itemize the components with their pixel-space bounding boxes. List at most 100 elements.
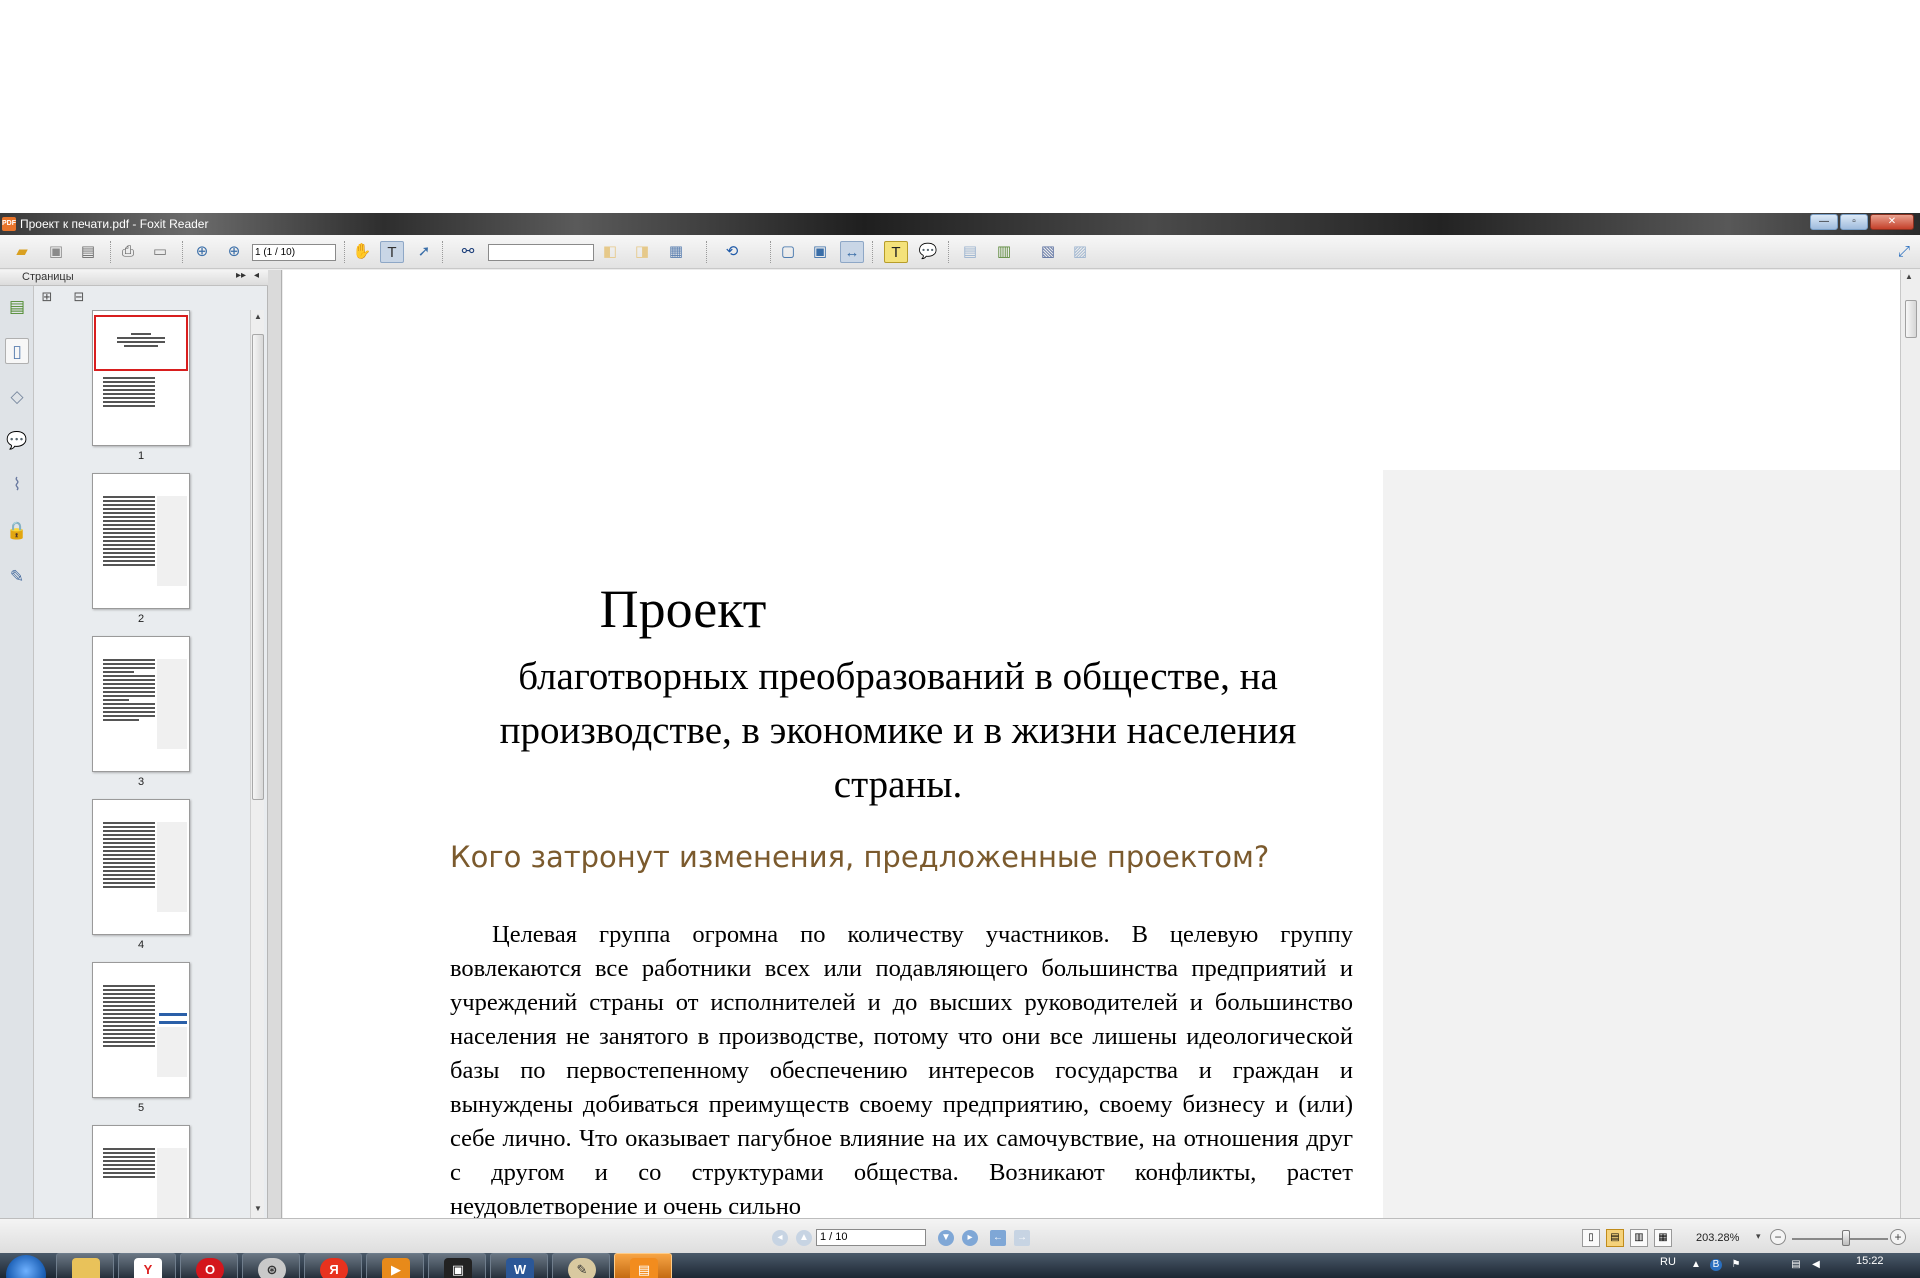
rotate-icon[interactable]: ⟲	[720, 241, 744, 263]
pdf-convert-icon[interactable]: ▥	[992, 241, 1016, 263]
taskbar-foxit-reader[interactable]: ▤	[614, 1253, 672, 1278]
single-page-view-icon[interactable]: ▯	[1582, 1229, 1600, 1247]
volume-icon[interactable]: ◀	[1810, 1259, 1822, 1271]
signatures-tab-icon[interactable]: ✎	[5, 564, 29, 590]
document-view[interactable]: Проект благотворных преобразований в общ…	[283, 270, 1900, 1218]
page-number-field[interactable]: 1 (1 / 10)	[252, 244, 336, 261]
show-hidden-icons-icon[interactable]: ▲	[1690, 1259, 1702, 1271]
zoom-slider-handle[interactable]	[1842, 1230, 1850, 1246]
page-thumbnail[interactable]	[92, 962, 190, 1098]
system-clock[interactable]: 15:22	[1856, 1255, 1884, 1267]
page-thumbnail[interactable]	[92, 636, 190, 772]
maximize-button[interactable]: ▫	[1840, 214, 1868, 230]
collapse-panel-icon[interactable]: ◂	[254, 270, 259, 281]
fit-width-icon[interactable]: ↔	[840, 241, 864, 263]
continuous-facing-view-icon[interactable]: ▦	[1654, 1229, 1672, 1247]
note-icon[interactable]: 💬	[916, 241, 940, 263]
save-as-icon[interactable]: ▤	[76, 241, 100, 263]
zoom-dropdown-icon[interactable]: ▾	[1756, 1231, 1761, 1242]
status-page-field[interactable]: 1 / 10	[816, 1229, 926, 1246]
open-file-icon[interactable]: ▰	[10, 241, 34, 263]
document-scrollbar[interactable]: ▲	[1900, 270, 1920, 1218]
zoom-slider-track[interactable]	[1792, 1238, 1888, 1240]
scroll-up-icon[interactable]: ▲	[1905, 272, 1913, 281]
thumbnail-page-number: 3	[137, 776, 145, 788]
close-button[interactable]: ✕	[1870, 214, 1914, 230]
page-thumbnail[interactable]	[92, 310, 190, 446]
email-icon[interactable]: ▭	[148, 241, 172, 263]
taskbar-yandex-browser[interactable]: Y	[118, 1253, 176, 1278]
page-thumbnail[interactable]	[92, 473, 190, 609]
language-indicator[interactable]: RU	[1660, 1256, 1676, 1268]
thumbnail-page-number: 2	[137, 613, 145, 625]
zoom-in-thumbnail-icon[interactable]: ⊞	[38, 288, 56, 306]
start-button[interactable]	[6, 1255, 46, 1278]
continuous-view-icon[interactable]: ▤	[1606, 1229, 1624, 1247]
scrollbar-thumb[interactable]	[1905, 300, 1917, 338]
next-page-icon[interactable]: ▼	[938, 1230, 954, 1246]
zoom-in-icon[interactable]: +	[1890, 1229, 1906, 1245]
thumbnails-scrollbar[interactable]: ▲ ▼	[250, 310, 264, 1218]
taskbar-paint[interactable]: ✎	[552, 1253, 610, 1278]
network-icon[interactable]: ▤	[1790, 1259, 1802, 1271]
last-page-icon[interactable]: ▸	[962, 1230, 978, 1246]
first-page-icon[interactable]: ◂	[772, 1230, 788, 1246]
taskbar-app-dark[interactable]: ▣	[428, 1253, 486, 1278]
bookmarks-tab-icon[interactable]: ▤	[5, 294, 29, 320]
pdf-export-icon[interactable]: ▧	[1036, 241, 1060, 263]
hand-tool-icon[interactable]: ✋	[350, 241, 374, 263]
previous-page-icon[interactable]: ▲	[796, 1230, 812, 1246]
facing-view-icon[interactable]: ▥	[1630, 1229, 1648, 1247]
typewriter-icon[interactable]: T	[884, 241, 908, 263]
opera-icon: O	[196, 1258, 224, 1278]
taskbar-media-player[interactable]: ⊛	[242, 1253, 300, 1278]
pdf-create-icon[interactable]: ▤	[958, 241, 982, 263]
pages-panel-title: Страницы	[22, 271, 74, 283]
security-tab-icon[interactable]: 🔒	[5, 518, 29, 544]
comments-tab-icon[interactable]: 💬	[5, 428, 29, 454]
attachments-tab-icon[interactable]: ⌇	[5, 472, 29, 498]
pdf-app-icon: PDF	[2, 217, 16, 231]
taskbar-media[interactable]: ▶	[366, 1253, 424, 1278]
toolbar-separator	[344, 241, 346, 263]
scroll-up-icon[interactable]: ▲	[251, 312, 265, 324]
scrollbar-thumb[interactable]	[252, 334, 264, 800]
go-back-icon[interactable]: ←	[990, 1230, 1006, 1246]
scroll-down-icon[interactable]: ▼	[251, 1204, 265, 1216]
go-forward-icon[interactable]: →	[1014, 1230, 1030, 1246]
select-arrow-icon[interactable]: ➚	[412, 241, 436, 263]
pages-tab-icon[interactable]: ▯	[5, 338, 29, 364]
find-next-icon[interactable]: ◨	[630, 241, 654, 263]
app-dark-icon: ▣	[444, 1258, 472, 1278]
taskbar-opera[interactable]: O	[180, 1253, 238, 1278]
select-text-icon[interactable]: T	[380, 241, 404, 263]
pdf-tools-icon[interactable]: ▨	[1068, 241, 1092, 263]
zoom-out-thumbnail-icon[interactable]: ⊟	[70, 288, 88, 306]
zoom-level[interactable]: 203.28%	[1696, 1232, 1739, 1244]
page-thumbnail[interactable]	[92, 1125, 190, 1218]
print-icon[interactable]: ⎙	[116, 241, 140, 263]
panel-options-icon[interactable]: ▸▸	[236, 270, 246, 281]
page-thumbnail[interactable]	[92, 799, 190, 935]
action-center-icon[interactable]: ⚑	[1730, 1259, 1742, 1271]
main-toolbar: ▰ ▣ ▤ ⎙ ▭ ⊕ ⊕ 1 (1 / 10) ✋ T ➚ ⚯ ◧ ◨ ▦ ⟲…	[0, 235, 1920, 269]
save-icon[interactable]: ▣	[44, 241, 68, 263]
search-options-icon[interactable]: ▦	[664, 241, 688, 263]
search-input[interactable]	[488, 244, 594, 261]
find-previous-icon[interactable]: ◧	[598, 241, 622, 263]
tray-app-icon[interactable]: B	[1710, 1259, 1722, 1271]
fit-page-icon[interactable]: ▣	[808, 241, 832, 263]
next-page-icon[interactable]: ⊕	[222, 241, 246, 263]
zoom-out-icon[interactable]: −	[1770, 1229, 1786, 1245]
binoculars-icon[interactable]: ⚯	[456, 241, 480, 263]
taskbar-word[interactable]: W	[490, 1253, 548, 1278]
layers-tab-icon[interactable]: ◇	[5, 384, 29, 410]
minimize-button[interactable]: —	[1810, 214, 1838, 230]
title-bar[interactable]: PDF Проект к печати.pdf - Foxit Reader —…	[0, 213, 1920, 235]
panel-splitter[interactable]	[268, 270, 282, 1218]
actual-size-icon[interactable]: ▢	[776, 241, 800, 263]
taskbar-yandex[interactable]: Я	[304, 1253, 362, 1278]
previous-page-icon[interactable]: ⊕	[190, 241, 214, 263]
fullscreen-icon[interactable]: ⤢	[1892, 241, 1916, 263]
taskbar-explorer[interactable]	[56, 1253, 114, 1278]
